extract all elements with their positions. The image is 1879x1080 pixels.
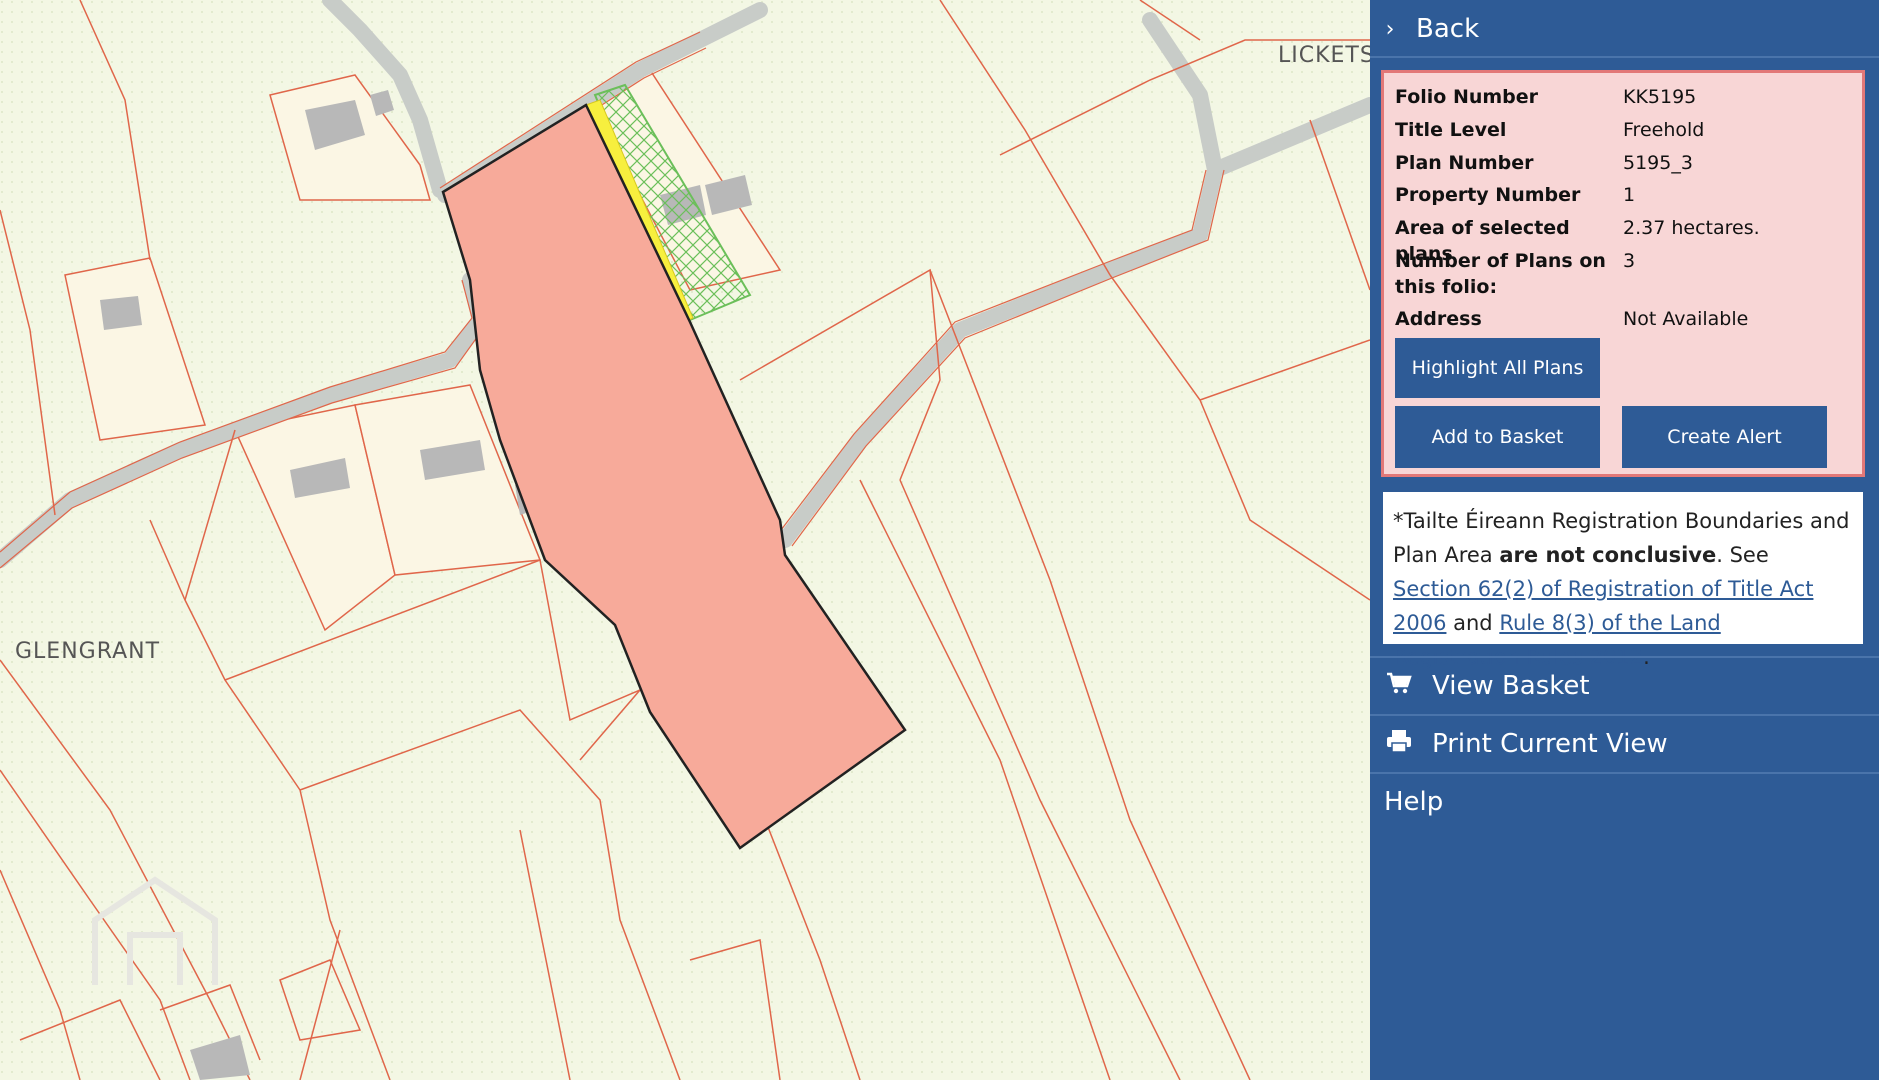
print-current-view-button[interactable]: Print Current View	[1370, 718, 1879, 770]
plans-count-key-line1: Number of Plans on	[1395, 250, 1606, 272]
divider	[1370, 714, 1879, 716]
disclaimer-bold: are not conclusive	[1499, 543, 1717, 567]
folio-number-value: KK5195	[1623, 86, 1697, 108]
map-canvas[interactable]: LICKETS GLENGRANT	[0, 0, 1370, 1080]
divider	[1370, 772, 1879, 774]
help-label: Help	[1384, 787, 1444, 817]
back-label: Back	[1416, 14, 1480, 44]
folio-card: Folio Number KK5195 Title Level Freehold…	[1381, 70, 1865, 477]
place-label-lickets: LICKETS	[1278, 43, 1370, 68]
folio-number-key: Folio Number	[1395, 86, 1539, 108]
print-label: Print Current View	[1432, 729, 1668, 759]
plan-number-value: 5195_3	[1623, 152, 1693, 174]
plan-number-key: Plan Number	[1395, 152, 1534, 174]
highlight-all-plans-button[interactable]: Highlight All Plans	[1395, 338, 1600, 398]
divider	[1370, 656, 1879, 658]
address-value: Not Available	[1623, 308, 1749, 330]
title-level-key: Title Level	[1395, 119, 1507, 141]
property-number-key: Property Number	[1395, 184, 1581, 206]
plans-count-key-line2: this folio:	[1395, 276, 1498, 298]
chevron-right-icon: ›	[1385, 16, 1395, 42]
add-to-basket-button[interactable]: Add to Basket	[1395, 406, 1600, 468]
map-view[interactable]: LICKETS GLENGRANT	[0, 0, 1370, 1080]
title-level-value: Freehold	[1623, 119, 1705, 141]
view-basket-label: View Basket	[1432, 671, 1590, 701]
help-button[interactable]: Help	[1370, 776, 1879, 828]
disclaimer-box: *Tailte Éireann Registration Boundaries …	[1381, 490, 1865, 669]
create-alert-button[interactable]: Create Alert	[1622, 406, 1827, 468]
plans-count-key: Number of Plans on this folio:	[1395, 248, 1620, 300]
divider	[1370, 56, 1879, 58]
disclaimer-text-3: and	[1446, 611, 1500, 635]
back-button[interactable]: › Back	[1370, 4, 1879, 54]
view-basket-button[interactable]: View Basket	[1370, 660, 1879, 712]
address-key: Address	[1395, 308, 1482, 330]
side-panel: › Back Folio Number KK5195 Title Level F…	[1370, 0, 1879, 1080]
property-number-value: 1	[1623, 184, 1636, 206]
area-value: 2.37 hectares.	[1623, 217, 1760, 239]
place-label-glengrant: GLENGRANT	[15, 639, 160, 664]
disclaimer-text-2: . See	[1716, 543, 1769, 567]
cart-icon	[1384, 672, 1414, 700]
plans-count-value: 3	[1623, 250, 1636, 272]
printer-icon	[1384, 729, 1414, 759]
